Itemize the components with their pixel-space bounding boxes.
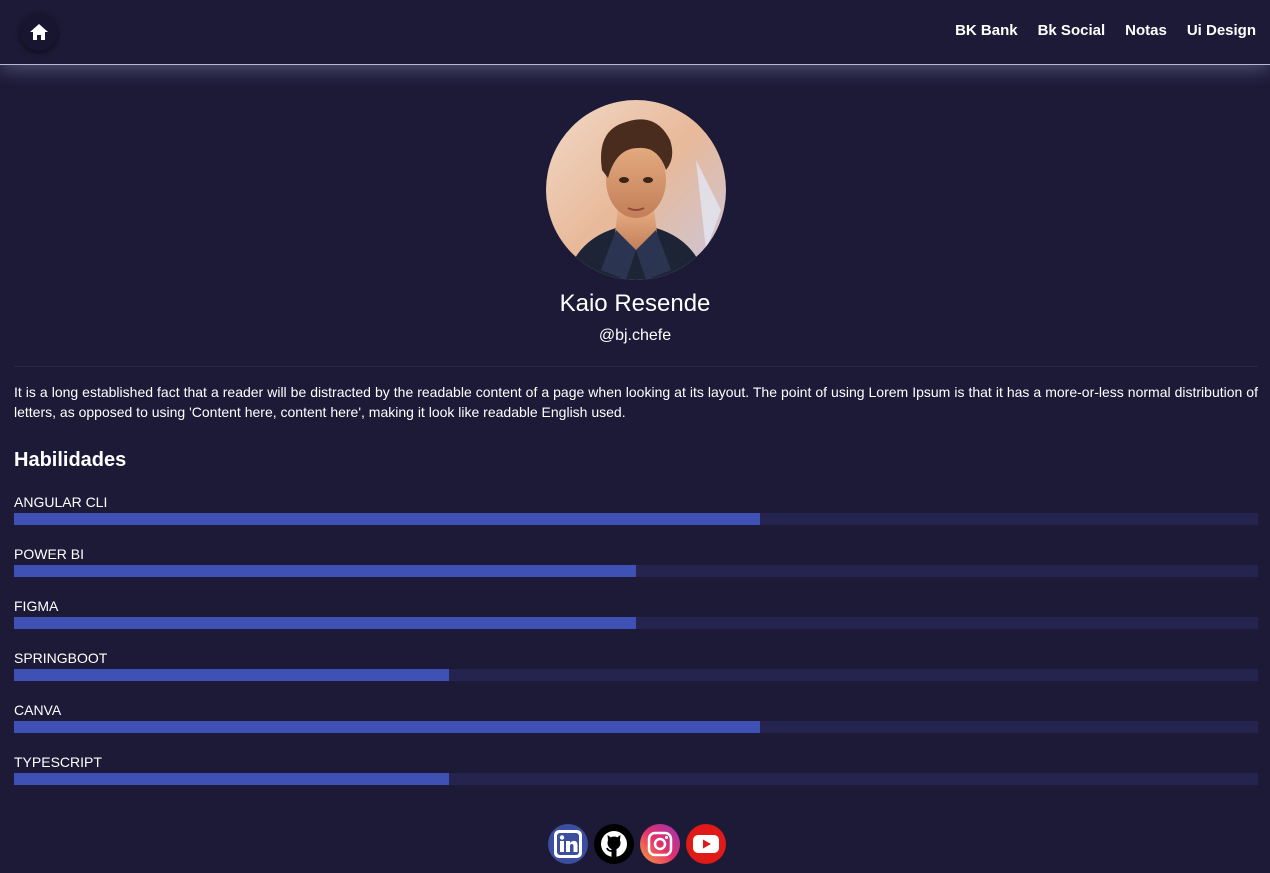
home-icon	[30, 24, 48, 40]
avatar	[546, 100, 726, 280]
skill-progress-track	[14, 565, 1258, 577]
skill-progress-fill	[14, 773, 450, 785]
skill-label: SPRINGBOOT	[14, 650, 108, 666]
profile-name: Kaio Resende	[559, 290, 711, 317]
skill-label: TYPESCRIPT	[14, 754, 102, 770]
github-icon	[601, 831, 627, 857]
linkedin-icon	[554, 830, 582, 858]
skills-list: ANGULAR CLI POWER BI FIGMA SPRINGBOOT CA…	[14, 494, 1258, 806]
youtube-icon	[693, 835, 719, 853]
skill-label: CANVA	[14, 702, 62, 718]
social-links	[548, 824, 726, 864]
skills-title: Habilidades	[14, 449, 127, 471]
skill-item: ANGULAR CLI	[14, 494, 1258, 546]
instagram-link[interactable]	[640, 824, 680, 864]
skill-item: CANVA	[14, 702, 1258, 754]
skill-progress-track	[14, 669, 1258, 681]
divider	[14, 366, 1258, 367]
profile-handle: @bj.chefe	[598, 327, 672, 344]
youtube-link[interactable]	[686, 824, 726, 864]
profile-bio: It is a long established fact that a rea…	[14, 384, 1258, 420]
skill-label: ANGULAR CLI	[14, 494, 108, 510]
skill-item: FIGMA	[14, 598, 1258, 650]
nav-link-bk-bank[interactable]: BK Bank	[955, 22, 1018, 39]
nav-links: BK Bank Bk Social Notas Ui Design	[955, 22, 1256, 39]
top-navbar: BK Bank Bk Social Notas Ui Design	[0, 0, 1270, 65]
nav-link-notas[interactable]: Notas	[1125, 22, 1167, 39]
skill-progress-track	[14, 513, 1258, 525]
skill-item: TYPESCRIPT	[14, 754, 1258, 806]
skill-progress-fill	[14, 721, 761, 733]
skill-label: FIGMA	[14, 598, 59, 614]
nav-link-bk-social[interactable]: Bk Social	[1038, 22, 1106, 39]
skill-progress-fill	[14, 565, 636, 577]
skill-label: POWER BI	[14, 546, 85, 562]
instagram-icon	[647, 831, 673, 857]
home-button[interactable]	[20, 13, 58, 51]
skill-progress-track	[14, 773, 1258, 785]
skill-item: POWER BI	[14, 546, 1258, 598]
skill-progress-fill	[14, 669, 450, 681]
nav-link-ui-design[interactable]: Ui Design	[1187, 22, 1256, 39]
linkedin-link[interactable]	[548, 824, 588, 864]
skill-progress-fill	[14, 513, 761, 525]
skill-progress-track	[14, 617, 1258, 629]
skill-progress-track	[14, 721, 1258, 733]
skill-progress-fill	[14, 617, 636, 629]
github-link[interactable]	[594, 824, 634, 864]
skill-item: SPRINGBOOT	[14, 650, 1258, 702]
